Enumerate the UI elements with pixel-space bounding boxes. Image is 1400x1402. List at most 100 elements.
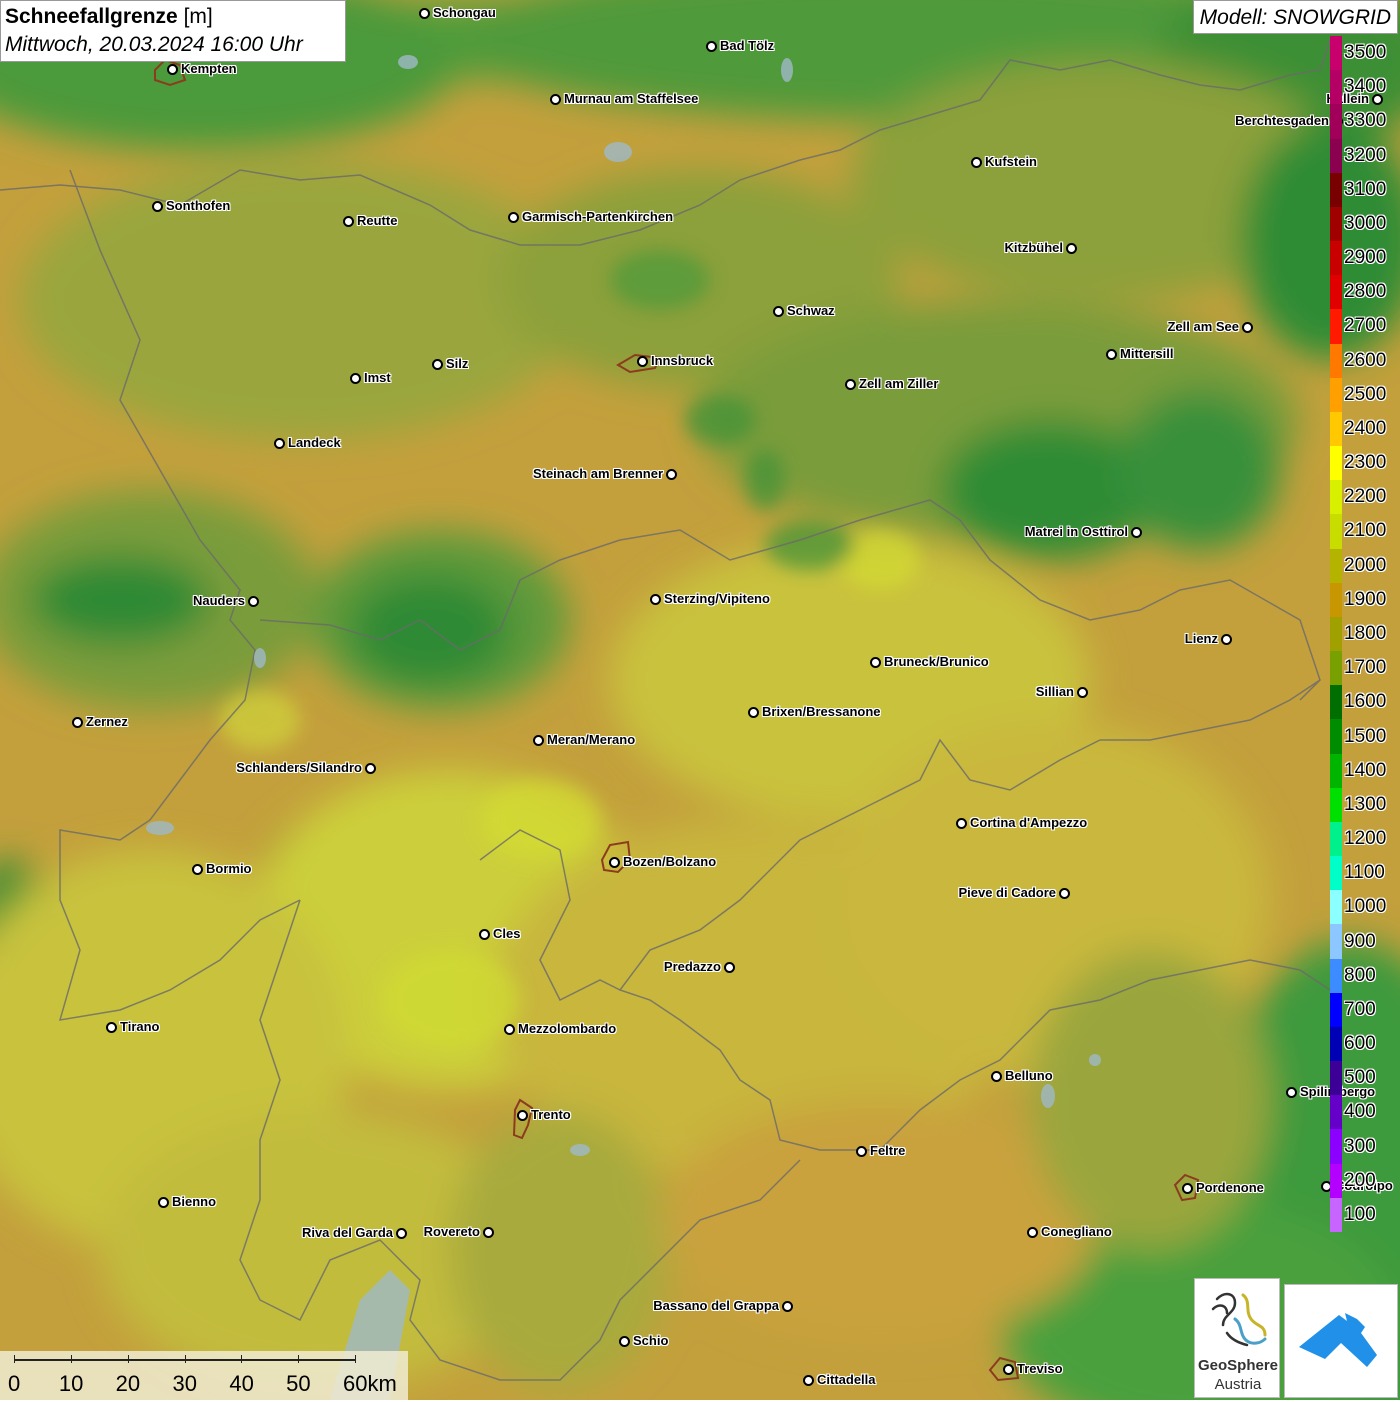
city-label: Meran/Merano: [547, 732, 636, 747]
map-title: Schneefallgrenze [m]: [5, 3, 341, 31]
legend-label: 900: [1344, 930, 1376, 952]
city-marker[interactable]: [419, 8, 430, 19]
legend-swatch: [1330, 480, 1342, 515]
geosphere-line2: Austria: [1214, 1376, 1262, 1393]
legend-label: 1700: [1344, 657, 1387, 679]
city-label: Berchtesgaden: [1235, 113, 1329, 128]
legend-label: 3000: [1344, 212, 1387, 234]
city-marker[interactable]: [274, 438, 285, 449]
scale-label: 20: [115, 1371, 141, 1396]
city-marker[interactable]: [870, 657, 881, 668]
city-marker[interactable]: [365, 763, 376, 774]
city-marker[interactable]: [517, 1110, 528, 1121]
city-marker[interactable]: [508, 212, 519, 223]
city-label: Pieve di Cadore: [958, 885, 1056, 900]
city-label: Schongau: [433, 5, 496, 20]
legend-label: 2700: [1344, 315, 1387, 337]
city-label: Pordenone: [1196, 1180, 1264, 1195]
city-marker[interactable]: [350, 373, 361, 384]
city-label: Tirano: [120, 1019, 160, 1034]
city-marker[interactable]: [1221, 634, 1232, 645]
city-marker[interactable]: [1182, 1183, 1193, 1194]
city-marker[interactable]: [1286, 1087, 1297, 1098]
city-label: Belluno: [1005, 1068, 1053, 1083]
parameter-name: Schneefallgrenze: [5, 5, 178, 28]
legend-swatch: [1330, 890, 1342, 925]
city-marker[interactable]: [650, 594, 661, 605]
city-marker[interactable]: [748, 707, 759, 718]
city-marker[interactable]: [158, 1197, 169, 1208]
city-marker[interactable]: [971, 157, 982, 168]
city-marker[interactable]: [666, 469, 677, 480]
city-marker[interactable]: [1242, 322, 1253, 333]
legend-label: 500: [1344, 1067, 1376, 1089]
city-marker[interactable]: [991, 1071, 1002, 1082]
city-marker[interactable]: [956, 818, 967, 829]
city-marker[interactable]: [1027, 1227, 1038, 1238]
legend-swatch: [1330, 104, 1342, 139]
legend-swatch: [1330, 1129, 1342, 1165]
legend-swatch: [1330, 1163, 1342, 1199]
city-marker[interactable]: [1077, 687, 1088, 698]
legend-swatch: [1330, 787, 1342, 823]
city-label: Bad Tölz: [720, 38, 775, 53]
city-label: Nauders: [192, 593, 245, 608]
color-legend: 3500 3400 3300 3200 3100 3000 2900 2800 2700 2600…: [1330, 36, 1386, 1233]
city-marker[interactable]: [856, 1146, 867, 1157]
city-marker[interactable]: [192, 864, 203, 875]
city-marker[interactable]: [550, 94, 561, 105]
city-marker[interactable]: [782, 1301, 793, 1312]
city-marker[interactable]: [1131, 527, 1142, 538]
city-marker[interactable]: [167, 64, 178, 75]
legend-swatch: [1330, 1095, 1342, 1130]
legend-swatch: [1330, 138, 1342, 174]
city-marker[interactable]: [1066, 243, 1077, 254]
city-label: Riva del Garda: [301, 1225, 393, 1240]
city-marker[interactable]: [803, 1375, 814, 1386]
city-marker[interactable]: [706, 41, 717, 52]
city-marker[interactable]: [504, 1024, 515, 1035]
city-marker[interactable]: [106, 1022, 117, 1033]
city-marker[interactable]: [483, 1227, 494, 1238]
city-marker[interactable]: [609, 857, 620, 868]
city-marker[interactable]: [845, 379, 856, 390]
city-label: Predazzo: [663, 959, 721, 974]
geosphere-austria-logo[interactable]: GeoSphere Austria: [1194, 1278, 1280, 1398]
legend-label: 1900: [1344, 588, 1387, 610]
legend-label: 3200: [1344, 144, 1387, 166]
city-label: Zernez: [86, 714, 128, 729]
city-label: Mittersill: [1120, 346, 1174, 361]
city-label: Trento: [531, 1107, 571, 1122]
legend-label: 2900: [1344, 247, 1387, 269]
snowgrid-logo[interactable]: [1284, 1284, 1398, 1398]
city-label: Imst: [364, 370, 391, 385]
legend-swatch: [1330, 958, 1342, 994]
city-marker[interactable]: [479, 929, 490, 940]
city-marker[interactable]: [1059, 888, 1070, 899]
city-marker[interactable]: [1003, 1364, 1014, 1375]
city-label: Brixen/Bressanone: [762, 704, 881, 719]
city-marker[interactable]: [343, 216, 354, 227]
city-marker[interactable]: [533, 735, 544, 746]
city-marker[interactable]: [619, 1336, 630, 1347]
city-marker[interactable]: [773, 306, 784, 317]
legend-swatch: [1330, 343, 1342, 379]
city-label: Bassano del Grappa: [653, 1298, 779, 1313]
city-marker[interactable]: [637, 356, 648, 367]
scale-label: 50: [286, 1371, 311, 1396]
legend-swatch: [1330, 548, 1342, 584]
legend-label: 300: [1344, 1135, 1376, 1157]
city-marker[interactable]: [248, 596, 259, 607]
model-label: Modell: SNOWGRID: [1192, 0, 1398, 34]
legend-swatch: [1330, 719, 1342, 755]
city-marker[interactable]: [724, 962, 735, 973]
legend-label: 700: [1344, 998, 1376, 1020]
scale-bar: 0 10 20 30 40 50 60km: [0, 1351, 408, 1400]
city-marker[interactable]: [72, 717, 83, 728]
city-marker[interactable]: [432, 359, 443, 370]
legend-swatch: [1330, 582, 1342, 618]
city-marker[interactable]: [1106, 349, 1117, 360]
city-marker[interactable]: [152, 201, 163, 212]
snowfall-line-map[interactable]: Schongau Bad Tölz Kempten Murnau am Staffel…: [0, 0, 1400, 1400]
city-marker[interactable]: [396, 1228, 407, 1239]
